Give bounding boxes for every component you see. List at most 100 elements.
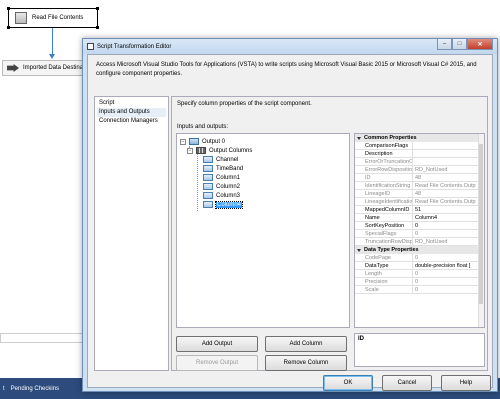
add-column-button[interactable]: Add Column: [265, 336, 347, 352]
script-component-icon: [15, 12, 27, 24]
collapse-icon[interactable]: [357, 136, 361, 140]
read-file-contents-task[interactable]: Read File Contents: [7, 7, 99, 29]
column-icon: [203, 165, 213, 172]
property-value: Read File Contents.Outp: [415, 199, 476, 205]
property-grid-scrollbar[interactable]: [478, 134, 484, 327]
add-output-button[interactable]: Add Output: [176, 336, 258, 352]
resize-handle[interactable]: [96, 7, 99, 10]
data-path-line[interactable]: [52, 28, 53, 56]
collapse-icon[interactable]: [357, 248, 361, 252]
tab-pending-checkins[interactable]: Pending Checkins: [11, 386, 59, 392]
property-value: 0: [415, 255, 419, 261]
close-icon[interactable]: ✕: [467, 39, 493, 50]
data-path-arrow: [49, 54, 55, 59]
resize-handle[interactable]: [7, 26, 10, 29]
column-icon: [203, 156, 213, 163]
destination-label: Imported Data Destina: [23, 65, 84, 71]
collapse-icon[interactable]: −: [180, 138, 186, 145]
remove-column-button[interactable]: Remove Column: [265, 355, 347, 371]
column-icon: [203, 183, 213, 190]
property-key: Precision: [355, 278, 413, 285]
property-description: ID: [354, 333, 485, 367]
tree-node-column[interactable]: Column1: [203, 173, 240, 182]
property-row[interactable]: SortKeyPosition 0: [355, 222, 484, 230]
cancel-button[interactable]: Cancel: [382, 375, 432, 391]
destination-component[interactable]: Imported Data Destina: [2, 60, 92, 76]
property-row[interactable]: LineageID 48: [355, 190, 484, 198]
property-row[interactable]: LineageIdentificatio Read File Contents.O…: [355, 198, 484, 206]
destination-icon: [7, 64, 19, 72]
property-value[interactable]: [413, 150, 484, 157]
property-value[interactable]: 51: [413, 206, 484, 213]
tree-node-column[interactable]: Column3: [203, 191, 240, 200]
inputs-outputs-tree[interactable]: − Output 0 − Output Columns Channel Time…: [176, 133, 350, 328]
property-row[interactable]: DataType double-precision float [: [355, 262, 484, 270]
nav-item-connection-managers[interactable]: Connection Managers: [97, 117, 166, 126]
property-row[interactable]: Precision 0: [355, 278, 484, 286]
property-row[interactable]: Description: [355, 150, 484, 158]
column-icon: [203, 192, 213, 199]
property-row[interactable]: Name Column4: [355, 214, 484, 222]
property-key: Length: [355, 270, 413, 277]
category-data-type-properties[interactable]: Data Type Properties: [355, 246, 484, 254]
remove-output-button[interactable]: Remove Output: [176, 355, 258, 371]
dialog-client: Access Microsoft Visual Studio Tools for…: [87, 54, 493, 391]
collapse-icon[interactable]: −: [187, 147, 193, 154]
property-key: LineageIdentificatio: [355, 198, 413, 205]
dialog-titlebar[interactable]: Script Transformation Editor – □ ✕: [83, 39, 497, 54]
property-value: 48: [415, 175, 422, 181]
scrollbar-thumb[interactable]: [479, 144, 483, 304]
column-icon: [203, 201, 213, 208]
tree-node-column[interactable]: TimeBand: [203, 164, 243, 173]
tree-node-output-columns[interactable]: − Output Columns: [187, 146, 252, 155]
property-row[interactable]: ErrorOrTruncationO: [355, 158, 484, 166]
tree-node-column[interactable]: Column2: [203, 182, 240, 191]
property-key: LineageID: [355, 190, 413, 197]
column-icon: [203, 174, 213, 181]
nav-item-script[interactable]: Script: [97, 99, 166, 108]
task-label: Read File Contents: [32, 15, 84, 21]
property-key: Name: [355, 214, 413, 221]
property-row[interactable]: Length 0: [355, 270, 484, 278]
tree-node-output[interactable]: − Output 0: [180, 137, 225, 146]
intro-text: Access Microsoft Visual Studio Tools for…: [96, 62, 477, 77]
property-value: RD_NotUsed: [415, 167, 448, 173]
minimize-icon[interactable]: –: [437, 39, 452, 50]
property-row[interactable]: IdentificationString Read File Contents.O…: [355, 182, 484, 190]
property-key: ErrorRowDispositio: [355, 166, 413, 173]
property-row[interactable]: SpecialFlags 0: [355, 230, 484, 238]
property-value[interactable]: [413, 142, 484, 149]
property-row[interactable]: ErrorRowDispositio RD_NotUsed: [355, 166, 484, 174]
resize-handle[interactable]: [96, 26, 99, 29]
property-value[interactable]: double-precision float [: [413, 262, 484, 269]
property-row[interactable]: CodePage 0: [355, 254, 484, 262]
tree-node-column-selected[interactable]: Column4: [203, 200, 244, 209]
property-value: 0: [415, 271, 419, 277]
property-value: Read File Contents.Outp: [415, 183, 476, 189]
resize-handle[interactable]: [7, 7, 10, 10]
category-common-properties[interactable]: Common Properties: [355, 134, 484, 142]
property-row[interactable]: ComparisonFlags: [355, 142, 484, 150]
tab-partial[interactable]: t: [3, 386, 5, 392]
ok-button[interactable]: OK: [323, 375, 373, 391]
property-key: SortKeyPosition: [355, 222, 413, 229]
script-transformation-editor-dialog: Script Transformation Editor – □ ✕ Acces…: [82, 38, 498, 392]
property-value[interactable]: 0: [413, 222, 484, 229]
help-button[interactable]: Help: [441, 375, 491, 391]
property-row[interactable]: Scale 0: [355, 286, 484, 294]
maximize-icon[interactable]: □: [452, 39, 467, 50]
property-value: 0: [415, 279, 419, 285]
property-value[interactable]: Column4: [413, 214, 484, 221]
property-row[interactable]: TruncationRowDisp RD_NotUsed: [355, 238, 484, 246]
property-key: CodePage: [355, 254, 413, 261]
property-grid[interactable]: Common Properties ComparisonFlags Descrip…: [354, 133, 485, 328]
property-key: SpecialFlags: [355, 230, 413, 237]
property-row[interactable]: ID 48: [355, 174, 484, 182]
panel-input[interactable]: [0, 333, 86, 343]
tree-node-column[interactable]: Channel: [203, 155, 238, 164]
property-key: ID: [355, 174, 413, 181]
inputs-outputs-label: Inputs and outputs:: [177, 124, 229, 130]
property-key: DataType: [355, 262, 413, 269]
nav-item-inputs-and-outputs[interactable]: Inputs and Outputs: [97, 108, 166, 117]
property-row[interactable]: MappedColumnID 51: [355, 206, 484, 214]
